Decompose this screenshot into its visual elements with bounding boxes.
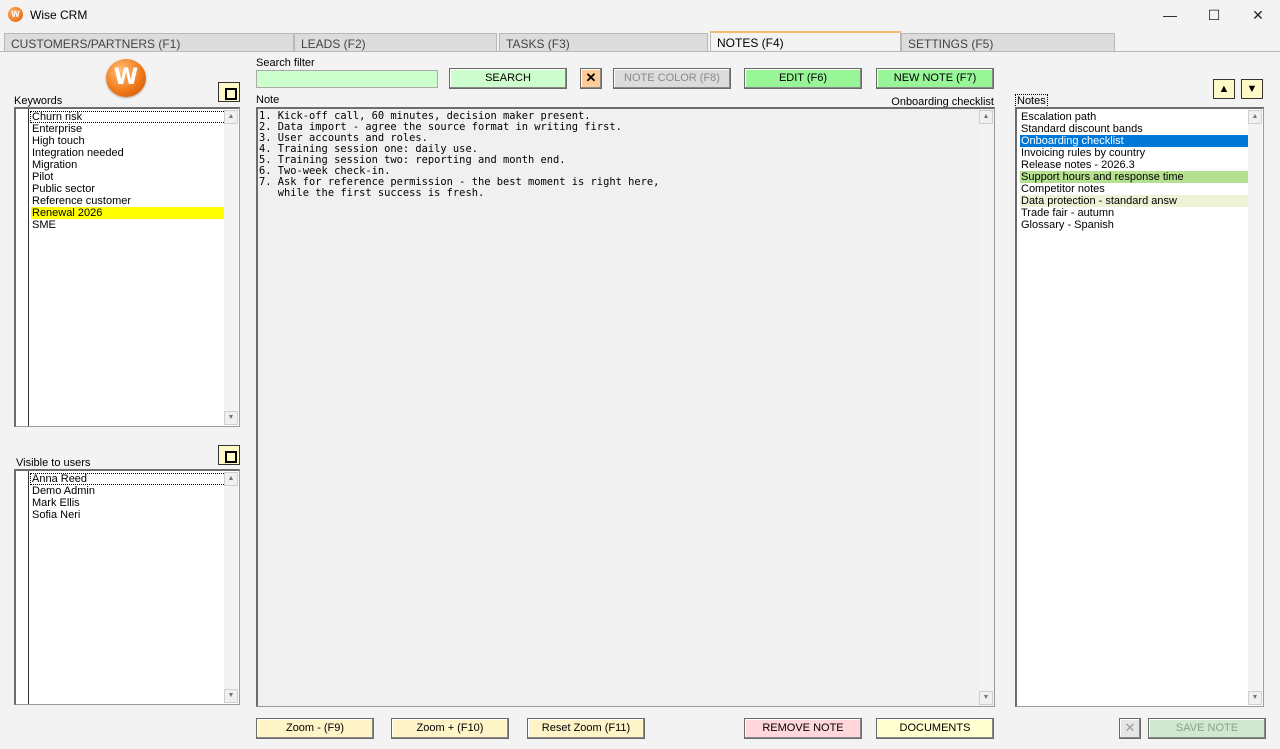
keyword-item[interactable]: SME bbox=[31, 219, 56, 231]
search-button[interactable]: SEARCH bbox=[449, 68, 567, 89]
clear-search-button[interactable]: ✕ bbox=[580, 68, 602, 89]
scroll-up-icon[interactable]: ▲ bbox=[1248, 110, 1262, 124]
close-icon[interactable]: ✕ bbox=[1236, 0, 1280, 30]
user-item[interactable]: Demo Admin bbox=[31, 485, 95, 497]
scroll-down-icon[interactable]: ▼ bbox=[224, 411, 238, 425]
visible-users-label: Visible to users bbox=[16, 457, 91, 469]
scroll-up-icon[interactable]: ▲ bbox=[979, 110, 993, 124]
tab-bar: CUSTOMERS/PARTNERS (F1) LEADS (F2) TASKS… bbox=[0, 31, 1280, 53]
users-scrollbar[interactable]: ▲ ▼ bbox=[224, 472, 238, 703]
note-item[interactable]: Release notes - 2026.3 bbox=[1020, 159, 1135, 171]
note-text-area[interactable]: 1. Kick-off call, 60 minutes, decision m… bbox=[256, 107, 995, 707]
window-title: Wise CRM bbox=[30, 8, 88, 22]
note-item[interactable]: Trade fair - autumn bbox=[1020, 207, 1114, 219]
keyword-item[interactable]: Enterprise bbox=[31, 123, 82, 135]
tab-leads[interactable]: LEADS (F2) bbox=[294, 33, 497, 52]
note-item[interactable]: Standard discount bands bbox=[1020, 123, 1143, 135]
tab-settings[interactable]: SETTINGS (F5) bbox=[901, 33, 1115, 52]
search-filter-label: Search filter bbox=[256, 57, 315, 69]
user-item[interactable]: Sofia Neri bbox=[31, 509, 80, 521]
move-down-icon[interactable]: ▼ bbox=[1241, 79, 1263, 99]
move-up-icon[interactable]: ▲ bbox=[1213, 79, 1235, 99]
scroll-down-icon[interactable]: ▼ bbox=[1248, 691, 1262, 705]
users-select-all-button[interactable] bbox=[218, 445, 240, 465]
reset-zoom-button[interactable]: Reset Zoom (F11) bbox=[527, 718, 645, 739]
edit-button[interactable]: EDIT (F6) bbox=[744, 68, 862, 89]
scroll-down-icon[interactable]: ▼ bbox=[979, 691, 993, 705]
note-label: Note bbox=[256, 94, 280, 106]
keywords-label: Keywords bbox=[14, 95, 63, 107]
documents-button[interactable]: DOCUMENTS bbox=[876, 718, 994, 739]
zoom-out-button[interactable]: Zoom - (F9) bbox=[256, 718, 374, 739]
note-item[interactable]: Glossary - Spanish bbox=[1020, 219, 1114, 231]
scroll-up-icon[interactable]: ▲ bbox=[224, 472, 238, 486]
scroll-down-icon[interactable]: ▼ bbox=[224, 689, 238, 703]
note-scrollbar[interactable]: ▲ ▼ bbox=[979, 110, 993, 705]
note-item[interactable]: Competitor notes bbox=[1020, 183, 1105, 195]
keyword-item[interactable]: Migration bbox=[31, 159, 77, 171]
keywords-list[interactable]: Churn risk Enterprise High touch Integra… bbox=[14, 107, 240, 427]
visible-users-list[interactable]: Anna Reed Demo Admin Mark Ellis Sofia Ne… bbox=[14, 469, 240, 705]
cancel-edit-button[interactable]: ✕ bbox=[1119, 718, 1141, 739]
keyword-item[interactable]: Reference customer bbox=[31, 195, 131, 207]
tab-notes[interactable]: NOTES (F4) bbox=[710, 31, 901, 52]
tab-tasks[interactable]: TASKS (F3) bbox=[499, 33, 708, 52]
keywords-select-all-button[interactable] bbox=[218, 82, 240, 102]
note-item[interactable]: Invoicing rules by country bbox=[1020, 147, 1145, 159]
wise-crm-logo bbox=[106, 59, 146, 97]
user-item[interactable]: Mark Ellis bbox=[31, 497, 80, 509]
note-color-button[interactable]: NOTE COLOR (F8) bbox=[613, 68, 731, 89]
user-item[interactable]: Anna Reed bbox=[31, 473, 87, 485]
note-item-colored[interactable]: Support hours and response time bbox=[1020, 171, 1248, 183]
zoom-in-button[interactable]: Zoom + (F10) bbox=[391, 718, 509, 739]
new-note-button[interactable]: NEW NOTE (F7) bbox=[876, 68, 994, 89]
note-line: while the first success is fresh. bbox=[259, 187, 485, 199]
notes-label: Notes bbox=[1015, 94, 1048, 108]
tab-divider bbox=[0, 51, 1280, 52]
notes-scrollbar[interactable]: ▲ ▼ bbox=[1248, 110, 1262, 705]
remove-note-button[interactable]: REMOVE NOTE bbox=[744, 718, 862, 739]
keyword-item[interactable]: Churn risk bbox=[31, 111, 82, 123]
notes-list[interactable]: Escalation path Standard discount bands … bbox=[1015, 107, 1264, 707]
note-item-colored[interactable]: Data protection - standard answ bbox=[1020, 195, 1248, 207]
maximize-icon[interactable]: ☐ bbox=[1192, 0, 1236, 30]
keywords-scrollbar[interactable]: ▲ ▼ bbox=[224, 110, 238, 425]
keyword-item[interactable]: Integration needed bbox=[31, 147, 124, 159]
keyword-item[interactable]: High touch bbox=[31, 135, 85, 147]
keyword-item[interactable]: Pilot bbox=[31, 171, 53, 183]
minimize-icon[interactable]: — bbox=[1148, 0, 1192, 30]
title-bar: Wise CRM — ☐ ✕ bbox=[0, 0, 1280, 30]
app-logo-icon bbox=[8, 7, 23, 22]
scroll-up-icon[interactable]: ▲ bbox=[224, 110, 238, 124]
tab-customers[interactable]: CUSTOMERS/PARTNERS (F1) bbox=[4, 33, 294, 52]
keyword-item[interactable]: Public sector bbox=[31, 183, 95, 195]
note-item[interactable]: Escalation path bbox=[1020, 111, 1096, 123]
keyword-item-highlighted[interactable]: Renewal 2026 bbox=[31, 207, 224, 219]
save-note-button[interactable]: SAVE NOTE bbox=[1148, 718, 1266, 739]
note-item-selected[interactable]: Onboarding checklist bbox=[1020, 135, 1248, 147]
search-input[interactable] bbox=[256, 70, 438, 88]
